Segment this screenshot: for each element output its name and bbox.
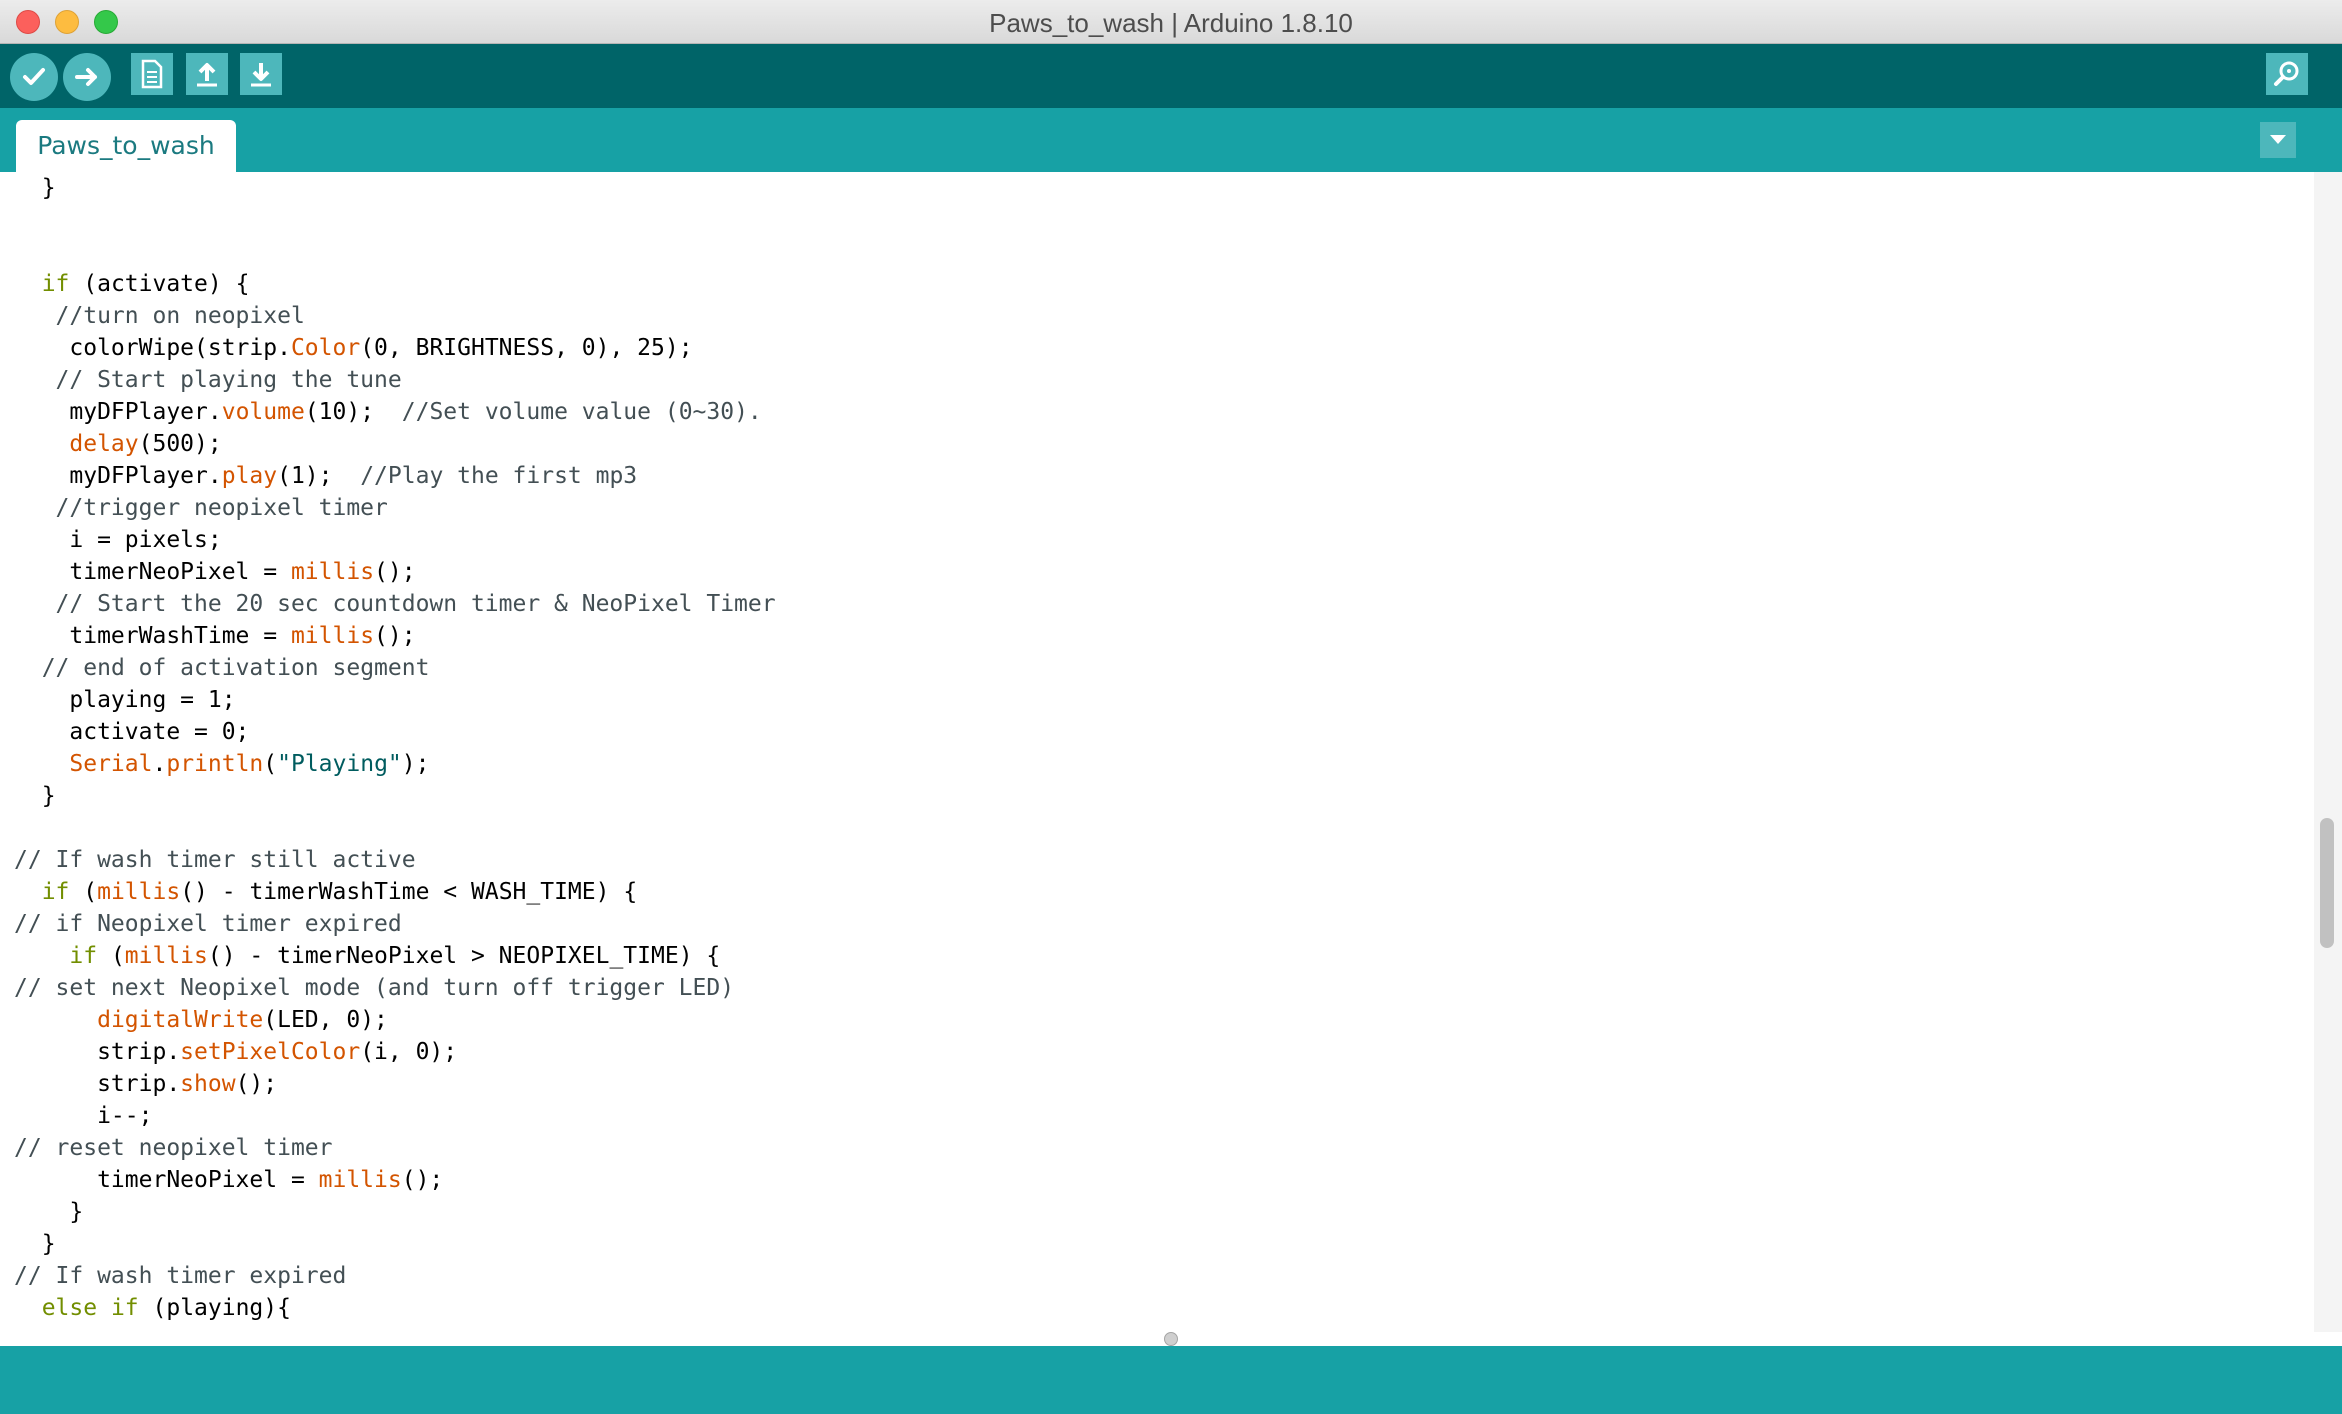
- code-text[interactable]: } if (activate) { //turn on neopixel col…: [14, 172, 776, 1324]
- document-icon: [141, 59, 163, 89]
- code-line[interactable]: i--;: [14, 1100, 776, 1132]
- code-line[interactable]: // If wash timer still active: [14, 844, 776, 876]
- code-line[interactable]: //turn on neopixel: [14, 300, 776, 332]
- upload-button[interactable]: [63, 53, 111, 101]
- code-line[interactable]: }: [14, 1196, 776, 1228]
- code-line[interactable]: strip.setPixelColor(i, 0);: [14, 1036, 776, 1068]
- code-line[interactable]: Serial.println("Playing");: [14, 748, 776, 780]
- chevron-down-icon: [2270, 135, 2286, 144]
- status-area: [0, 1346, 2342, 1414]
- code-line[interactable]: // Start playing the tune: [14, 364, 776, 396]
- arrow-down-icon: [251, 63, 271, 87]
- code-line[interactable]: timerWashTime = millis();: [14, 620, 776, 652]
- code-line[interactable]: [14, 236, 776, 268]
- code-line[interactable]: }: [14, 1228, 776, 1260]
- open-sketch-button[interactable]: [186, 53, 228, 95]
- tab-strip: Paws_to_wash: [0, 108, 2342, 172]
- code-line[interactable]: // end of activation segment: [14, 652, 776, 684]
- vertical-scrollbar-thumb[interactable]: [2320, 818, 2334, 948]
- code-line[interactable]: if (millis() - timerNeoPixel > NEOPIXEL_…: [14, 940, 776, 972]
- editor-console-divider-handle[interactable]: [1164, 1332, 1178, 1346]
- code-line[interactable]: playing = 1;: [14, 684, 776, 716]
- code-line[interactable]: i = pixels;: [14, 524, 776, 556]
- code-line[interactable]: myDFPlayer.play(1); //Play the first mp3: [14, 460, 776, 492]
- code-line[interactable]: [14, 812, 776, 844]
- code-line[interactable]: }: [14, 780, 776, 812]
- save-sketch-button[interactable]: [240, 53, 282, 95]
- code-line[interactable]: // Start the 20 sec countdown timer & Ne…: [14, 588, 776, 620]
- code-line[interactable]: activate = 0;: [14, 716, 776, 748]
- code-line[interactable]: digitalWrite(LED, 0);: [14, 1004, 776, 1036]
- verify-button[interactable]: [10, 53, 58, 101]
- code-line[interactable]: // If wash timer expired: [14, 1260, 776, 1292]
- code-line[interactable]: if (millis() - timerWashTime < WASH_TIME…: [14, 876, 776, 908]
- check-icon: [23, 68, 45, 85]
- title-bar: Paws_to_wash | Arduino 1.8.10: [0, 0, 2342, 44]
- code-line[interactable]: myDFPlayer.volume(10); //Set volume valu…: [14, 396, 776, 428]
- code-line[interactable]: // set next Neopixel mode (and turn off …: [14, 972, 776, 1004]
- magnifier-icon: [2274, 61, 2299, 86]
- code-line[interactable]: timerNeoPixel = millis();: [14, 556, 776, 588]
- code-line[interactable]: [14, 204, 776, 236]
- code-line[interactable]: // reset neopixel timer: [14, 1132, 776, 1164]
- code-line[interactable]: if (activate) {: [14, 268, 776, 300]
- serial-monitor-button[interactable]: [2266, 53, 2308, 95]
- arrow-right-icon: [75, 68, 97, 86]
- code-line[interactable]: strip.show();: [14, 1068, 776, 1100]
- tab-menu-button[interactable]: [2260, 122, 2296, 158]
- window-title: Paws_to_wash | Arduino 1.8.10: [989, 8, 1353, 38]
- tab-paws-to-wash[interactable]: Paws_to_wash: [16, 120, 236, 172]
- code-line[interactable]: else if (playing){: [14, 1292, 776, 1324]
- code-line[interactable]: // if Neopixel timer expired: [14, 908, 776, 940]
- code-line[interactable]: }: [14, 172, 776, 204]
- code-line[interactable]: //trigger neopixel timer: [14, 492, 776, 524]
- code-editor[interactable]: } if (activate) { //turn on neopixel col…: [0, 172, 2342, 1332]
- new-sketch-button[interactable]: [131, 53, 173, 95]
- code-line[interactable]: delay(500);: [14, 428, 776, 460]
- vertical-scrollbar-track[interactable]: [2314, 172, 2342, 1332]
- code-line[interactable]: colorWipe(strip.Color(0, BRIGHTNESS, 0),…: [14, 332, 776, 364]
- toolbar: [0, 44, 2342, 108]
- arrow-up-icon: [197, 63, 217, 87]
- code-line[interactable]: timerNeoPixel = millis();: [14, 1164, 776, 1196]
